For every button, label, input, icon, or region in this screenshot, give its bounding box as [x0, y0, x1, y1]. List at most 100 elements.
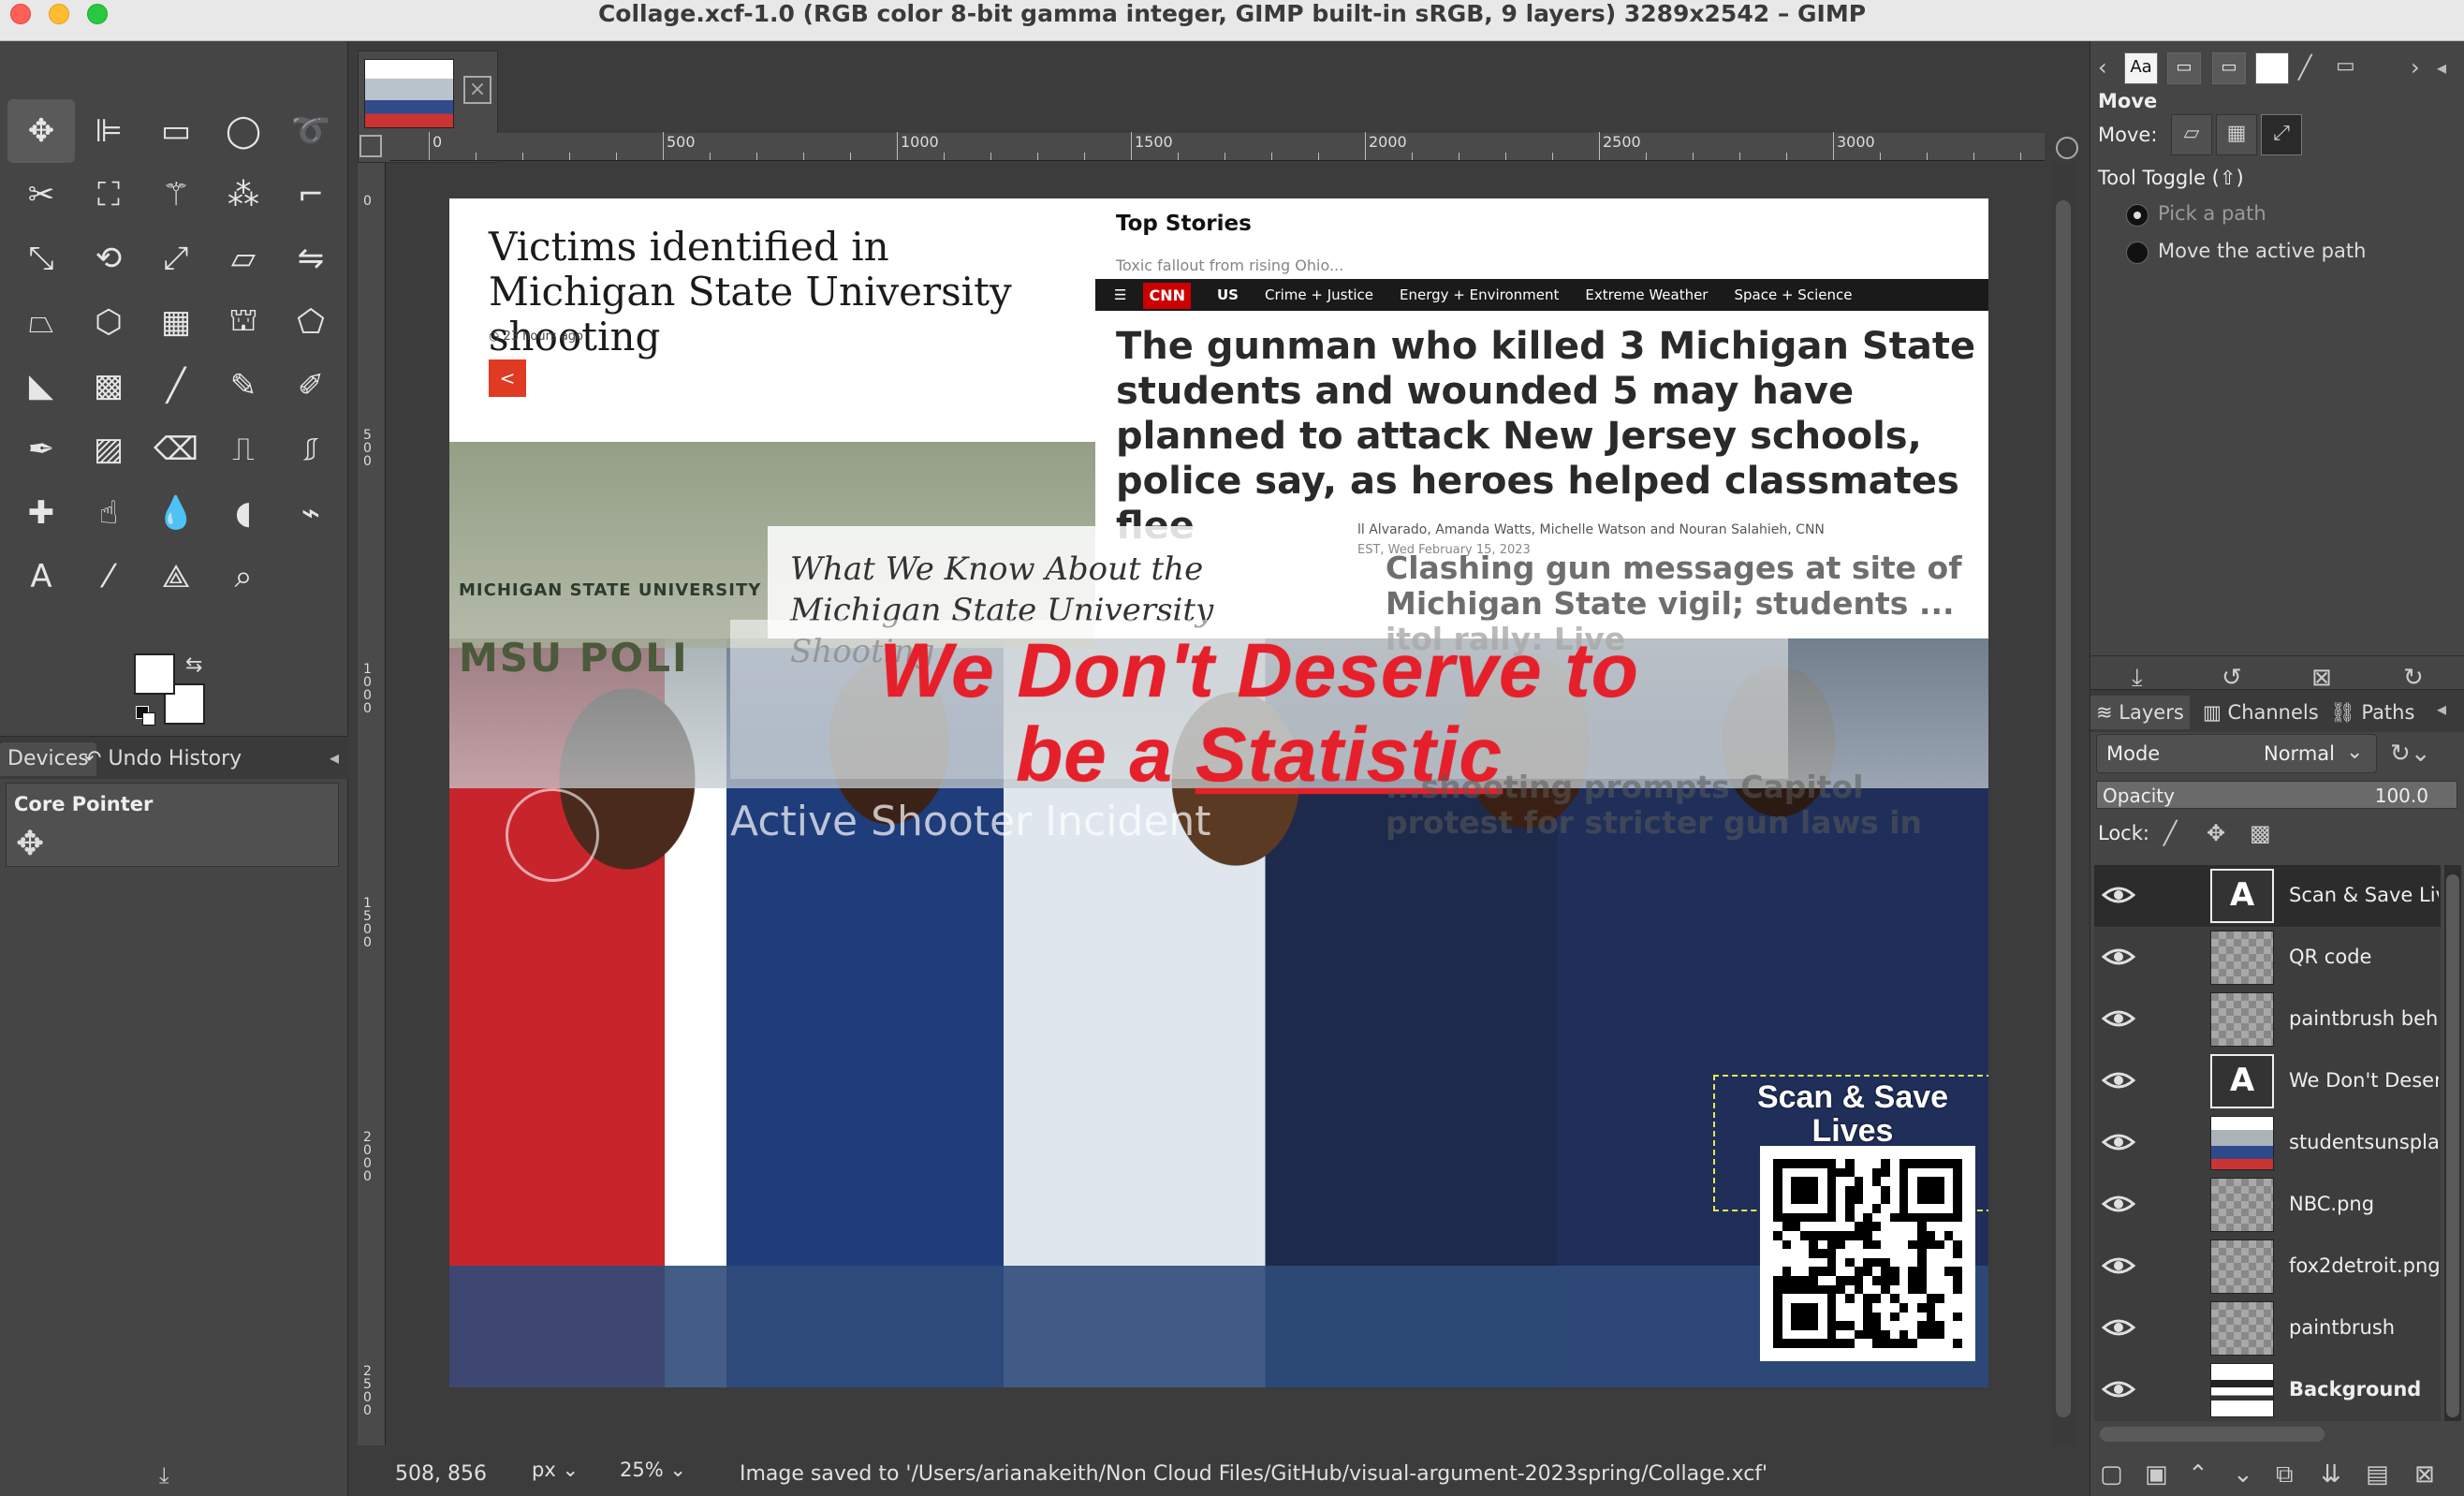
- dock-menu-icon[interactable]: ◂: [330, 746, 339, 769]
- layer-list-scrollbar-thumb[interactable]: [2446, 874, 2459, 1417]
- new-layer-icon[interactable]: ▢: [2100, 1460, 2123, 1489]
- blur-icon[interactable]: 💧: [142, 481, 210, 545]
- fg-bg-colors[interactable]: ⇆: [134, 653, 209, 728]
- bucket-fill-icon[interactable]: ◣: [7, 354, 75, 418]
- eye-icon[interactable]: [2101, 1067, 2136, 1093]
- crop-icon[interactable]: ⌐: [277, 163, 345, 227]
- layer-name[interactable]: We Don't Deserve: [2289, 1069, 2439, 1092]
- eye-icon[interactable]: [2101, 1253, 2136, 1279]
- eye-icon[interactable]: [2101, 1129, 2136, 1155]
- unified-transform-icon[interactable]: ⤡: [7, 227, 75, 290]
- move-active-path-radio[interactable]: [2126, 242, 2149, 264]
- brush-icon[interactable]: ╱: [2298, 54, 2311, 81]
- delete-layer-icon[interactable]: ⊠: [2414, 1460, 2435, 1489]
- mypaint-brush-icon[interactable]: ▨: [75, 418, 142, 481]
- zoom-image-icon[interactable]: [2056, 137, 2078, 159]
- tab-layers-thumb[interactable]: ▭: [2212, 52, 2246, 84]
- duplicate-layer-icon[interactable]: ⧉: [2276, 1460, 2294, 1489]
- move-layer-button[interactable]: ▱: [2171, 114, 2212, 155]
- eye-icon[interactable]: [2101, 882, 2136, 908]
- chevron-left-icon[interactable]: ‹: [2098, 54, 2107, 81]
- heal-icon[interactable]: ✚: [7, 481, 75, 545]
- warp-transform-icon[interactable]: ▦: [142, 290, 210, 354]
- new-layer-group-icon[interactable]: ▣: [2145, 1460, 2168, 1489]
- free-select-icon[interactable]: ➰: [277, 99, 345, 163]
- foreground-select-icon[interactable]: ⛶: [75, 163, 142, 227]
- layer-name[interactable]: Background: [2289, 1378, 2439, 1401]
- layer-row[interactable]: paintbrush behind: [2094, 989, 2441, 1050]
- layer-name[interactable]: studentsunsplash: [2289, 1131, 2439, 1153]
- layer-thumbnail[interactable]: [2210, 1178, 2274, 1232]
- layer-name[interactable]: paintbrush behind: [2289, 1007, 2439, 1030]
- dock-menu-icon[interactable]: ◂: [2437, 697, 2446, 720]
- eye-icon[interactable]: [2101, 1005, 2136, 1032]
- tab-paths[interactable]: ⛓ Paths: [2325, 696, 2420, 729]
- paintbrush-icon[interactable]: ╱: [142, 354, 210, 418]
- image-canvas[interactable]: Victims identified in Michigan State Uni…: [449, 198, 1988, 1387]
- smudge-icon[interactable]: ☝: [75, 481, 142, 545]
- layer-thumbnail[interactable]: A: [2210, 869, 2274, 923]
- layer-thumbnail[interactable]: [2210, 931, 2274, 985]
- clone-icon[interactable]: ⎍: [210, 418, 277, 481]
- layer-row[interactable]: Background: [2094, 1359, 2441, 1421]
- lower-layer-icon[interactable]: ⌄: [2233, 1460, 2253, 1489]
- scissors-select-icon[interactable]: ✂: [7, 163, 75, 227]
- merge-layer-icon[interactable]: ⇊: [2321, 1460, 2341, 1489]
- dock-menu-icon[interactable]: ◂: [2437, 56, 2446, 79]
- swap-colors-icon[interactable]: ⇆: [185, 653, 202, 677]
- chevron-right-icon[interactable]: ›: [2411, 54, 2420, 81]
- layer-name[interactable]: fox2detroit.png: [2289, 1254, 2439, 1277]
- close-image-icon[interactable]: ×: [463, 76, 491, 104]
- tab-layers[interactable]: ≋ Layers: [2090, 696, 2190, 729]
- gradient-icon[interactable]: ▩: [75, 354, 142, 418]
- layer-row[interactable]: A Scan & Save Lives: [2094, 865, 2441, 927]
- layer-row[interactable]: paintbrush: [2094, 1298, 2441, 1359]
- eye-icon[interactable]: [2101, 1376, 2136, 1402]
- pick-path-radio[interactable]: [2126, 204, 2149, 227]
- measure-icon[interactable]: ⟁: [142, 545, 210, 609]
- eye-icon[interactable]: [2101, 1191, 2136, 1217]
- layer-thumbnail[interactable]: [2210, 1301, 2274, 1356]
- pencil-icon[interactable]: ✎: [210, 354, 277, 418]
- handle-transform-icon[interactable]: ⬠: [277, 290, 345, 354]
- shear-icon[interactable]: ▱: [210, 227, 277, 290]
- layer-row[interactable]: fox2detroit.png: [2094, 1236, 2441, 1298]
- tab-tool-options[interactable]: Aa: [2124, 52, 2158, 84]
- fuzzy-select-icon[interactable]: ⚚: [142, 163, 210, 227]
- layer-row[interactable]: A We Don't Deserve: [2094, 1050, 2441, 1112]
- move-path-button[interactable]: ⤢: [2261, 114, 2302, 155]
- layer-name[interactable]: Scan & Save Lives: [2289, 884, 2439, 906]
- text-icon[interactable]: A: [7, 545, 75, 609]
- display-icon[interactable]: ▭: [2336, 54, 2355, 78]
- paths-icon[interactable]: ⌁: [277, 481, 345, 545]
- eye-icon[interactable]: [2101, 944, 2136, 970]
- ink-icon[interactable]: ✒: [7, 418, 75, 481]
- reset-colors-icon[interactable]: [136, 706, 155, 726]
- eye-icon[interactable]: [2101, 1314, 2136, 1341]
- layer-name[interactable]: QR code: [2289, 946, 2439, 968]
- raise-layer-icon[interactable]: ⌃: [2188, 1460, 2208, 1489]
- dodge-burn-icon[interactable]: ◖: [210, 481, 277, 545]
- align-tool-icon[interactable]: ⊫: [75, 99, 142, 163]
- 3d-transform-icon[interactable]: ⬡: [75, 290, 142, 354]
- tab-patterns[interactable]: [2255, 52, 2289, 84]
- tab-undo-history[interactable]: ↶ Undo History: [77, 742, 249, 776]
- move-selection-button[interactable]: ▦: [2216, 114, 2257, 155]
- rect-select-icon[interactable]: ▭: [142, 99, 210, 163]
- flip-icon[interactable]: ⇋: [277, 227, 345, 290]
- quick-mask-menu-icon[interactable]: [359, 135, 382, 157]
- restore-options-icon[interactable]: ↺: [2222, 664, 2242, 692]
- layer-name[interactable]: paintbrush: [2289, 1316, 2439, 1339]
- layer-thumbnail[interactable]: [2210, 1239, 2274, 1294]
- horizontal-ruler[interactable]: 0 500 1000 1500 2000 2500 3000: [389, 132, 2045, 161]
- foreground-color-swatch[interactable]: [134, 653, 175, 695]
- cage-transform-icon[interactable]: ⛫: [210, 290, 277, 354]
- layer-name[interactable]: NBC.png: [2289, 1193, 2439, 1215]
- zoom-select[interactable]: 25% ⌄: [620, 1459, 710, 1489]
- layer-thumbnail[interactable]: [2210, 992, 2274, 1047]
- vertical-scrollbar[interactable]: [2052, 163, 2076, 1445]
- layer-row[interactable]: studentsunsplash: [2094, 1112, 2441, 1174]
- layer-list-hscrollbar-thumb[interactable]: [2100, 1427, 2325, 1442]
- vertical-scrollbar-thumb[interactable]: [2056, 200, 2071, 1417]
- tab-images[interactable]: ▭: [2167, 52, 2201, 84]
